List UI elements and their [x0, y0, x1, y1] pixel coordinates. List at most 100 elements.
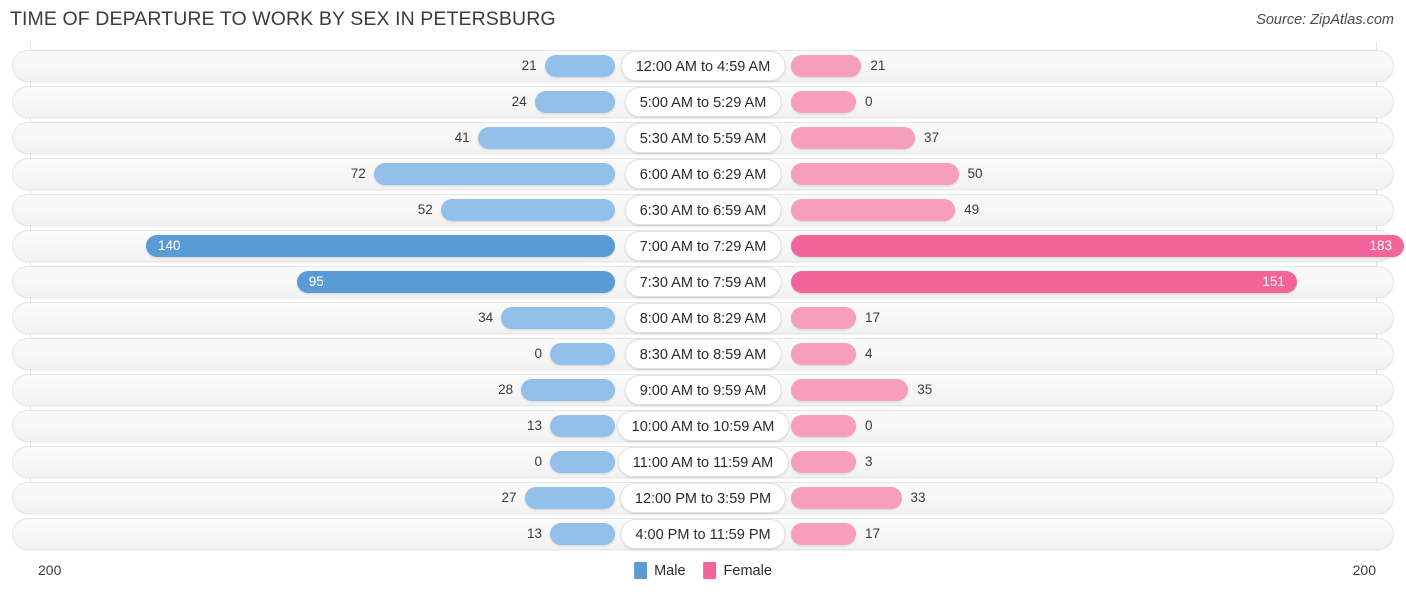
bar-female[interactable] [791, 127, 915, 149]
chart-header: TIME OF DEPARTURE TO WORK BY SEX IN PETE… [0, 0, 1406, 42]
bar-value-female: 17 [865, 310, 881, 325]
legend-item-male[interactable]: Male [634, 562, 686, 579]
bar-male[interactable] [544, 55, 615, 77]
page-title: TIME OF DEPARTURE TO WORK BY SEX IN PETE… [10, 8, 556, 30]
category-label: 6:30 AM to 6:59 AM [624, 195, 782, 225]
bar-value-male: 34 [478, 310, 494, 325]
bar-male[interactable] [550, 451, 615, 473]
bar-female[interactable] [791, 163, 959, 185]
bar-female[interactable] [791, 307, 856, 329]
bar-value-female: 35 [917, 382, 933, 397]
category-label: 7:30 AM to 7:59 AM [624, 267, 782, 297]
bar-male[interactable] [550, 523, 615, 545]
bar-value-male: 41 [454, 130, 470, 145]
plot-area: 21 21 12:00 AM to 4:59 AM 24 0 5:00 AM to 5:2… [0, 42, 1406, 553]
legend-item-female[interactable]: Female [703, 562, 772, 579]
bar-value-male: 13 [526, 526, 542, 541]
bar-value-female: 17 [865, 526, 881, 541]
bar-value-male: 140 [158, 238, 181, 253]
bar-value-male: 52 [417, 202, 433, 217]
axis-max-left: 200 [38, 562, 62, 578]
bar-female[interactable] [791, 415, 856, 437]
bar-value-male: 21 [521, 58, 537, 73]
bar-row: 13 17 4:00 PM to 11:59 PM [0, 516, 1406, 552]
bar-value-male: 72 [350, 166, 366, 181]
bar-value-male: 0 [534, 346, 542, 361]
bar-value-female: 0 [865, 94, 873, 109]
bar-male[interactable] [521, 379, 615, 401]
bar-row: 24 0 5:00 AM to 5:29 AM [0, 84, 1406, 120]
bar-female[interactable] [791, 199, 956, 221]
bar-value-female: 49 [964, 202, 980, 217]
legend-swatch-icon [634, 562, 648, 579]
category-label: 7:00 AM to 7:29 AM [624, 231, 782, 261]
legend-label: Female [723, 562, 772, 579]
category-label: 9:00 AM to 9:59 AM [624, 375, 782, 405]
bar-value-female: 50 [967, 166, 983, 181]
bar-female[interactable] [791, 343, 856, 365]
category-label: 12:00 PM to 3:59 PM [619, 483, 787, 513]
bar-value-female: 151 [1262, 274, 1285, 289]
bar-value-female: 183 [1369, 238, 1393, 253]
source-label: Source: ZipAtlas.com [1256, 12, 1394, 28]
chart-footer: 200 200 Male Female [0, 553, 1406, 594]
bar-female[interactable] [791, 451, 856, 473]
bar-male[interactable] [550, 343, 615, 365]
bar-rows: 21 21 12:00 AM to 4:59 AM 24 0 5:00 AM to 5:2… [0, 48, 1406, 552]
bar-row: 28 35 9:00 AM to 9:59 AM [0, 372, 1406, 408]
bar-female[interactable] [791, 91, 856, 113]
category-label: 4:00 PM to 11:59 PM [620, 519, 786, 549]
category-label: 5:00 AM to 5:29 AM [624, 87, 782, 117]
bar-female[interactable] [791, 55, 862, 77]
bar-row: 0 3 11:00 AM to 11:59 AM [0, 444, 1406, 480]
bar-female[interactable] [791, 523, 856, 545]
bar-row: 52 49 6:30 AM to 6:59 AM [0, 192, 1406, 228]
bar-value-male: 28 [498, 382, 514, 397]
category-label: 6:00 AM to 6:29 AM [624, 159, 782, 189]
bar-male[interactable] [524, 487, 615, 509]
bar-female[interactable]: 183 [791, 235, 1405, 257]
bar-value-male: 95 [308, 274, 324, 289]
category-label: 8:30 AM to 8:59 AM [624, 339, 782, 369]
chart-root: TIME OF DEPARTURE TO WORK BY SEX IN PETE… [0, 0, 1406, 594]
bar-row: 95 151 7:30 AM to 7:59 AM [0, 264, 1406, 300]
bar-male[interactable]: 95 [296, 271, 615, 293]
bar-value-male: 13 [526, 418, 542, 433]
bar-female[interactable]: 151 [791, 271, 1297, 293]
chart-legend: Male Female [634, 562, 772, 579]
bar-row: 27 33 12:00 PM to 3:59 PM [0, 480, 1406, 516]
bar-row: 34 17 8:00 AM to 8:29 AM [0, 300, 1406, 336]
category-label: 10:00 AM to 10:59 AM [616, 411, 790, 441]
bar-male[interactable] [534, 91, 615, 113]
bar-female[interactable] [791, 487, 902, 509]
bar-value-female: 37 [923, 130, 939, 145]
bar-row: 140 183 7:00 AM to 7:29 AM [0, 228, 1406, 264]
bar-row: 21 21 12:00 AM to 4:59 AM [0, 48, 1406, 84]
bar-male[interactable] [477, 127, 615, 149]
bar-value-male: 24 [511, 94, 527, 109]
axis-max-right: 200 [1352, 562, 1376, 578]
category-label: 5:30 AM to 5:59 AM [624, 123, 782, 153]
bar-value-male: 27 [501, 490, 517, 505]
bar-value-female: 21 [870, 58, 886, 73]
bar-male[interactable] [440, 199, 615, 221]
bar-row: 41 37 5:30 AM to 5:59 AM [0, 120, 1406, 156]
legend-swatch-icon [703, 562, 717, 579]
bar-female[interactable] [791, 379, 909, 401]
category-label: 12:00 AM to 4:59 AM [620, 51, 786, 81]
bar-male[interactable] [550, 415, 615, 437]
category-label: 8:00 AM to 8:29 AM [624, 303, 782, 333]
bar-value-female: 4 [865, 346, 873, 361]
category-label: 11:00 AM to 11:59 AM [617, 447, 789, 477]
bar-value-female: 33 [910, 490, 926, 505]
bar-male[interactable]: 140 [146, 235, 615, 257]
legend-label: Male [654, 562, 686, 579]
bar-row: 13 0 10:00 AM to 10:59 AM [0, 408, 1406, 444]
bar-value-female: 3 [865, 454, 873, 469]
bar-value-male: 0 [534, 454, 542, 469]
bar-male[interactable] [501, 307, 615, 329]
bar-row: 72 50 6:00 AM to 6:29 AM [0, 156, 1406, 192]
bar-value-female: 0 [865, 418, 873, 433]
bar-row: 0 4 8:30 AM to 8:59 AM [0, 336, 1406, 372]
bar-male[interactable] [373, 163, 615, 185]
